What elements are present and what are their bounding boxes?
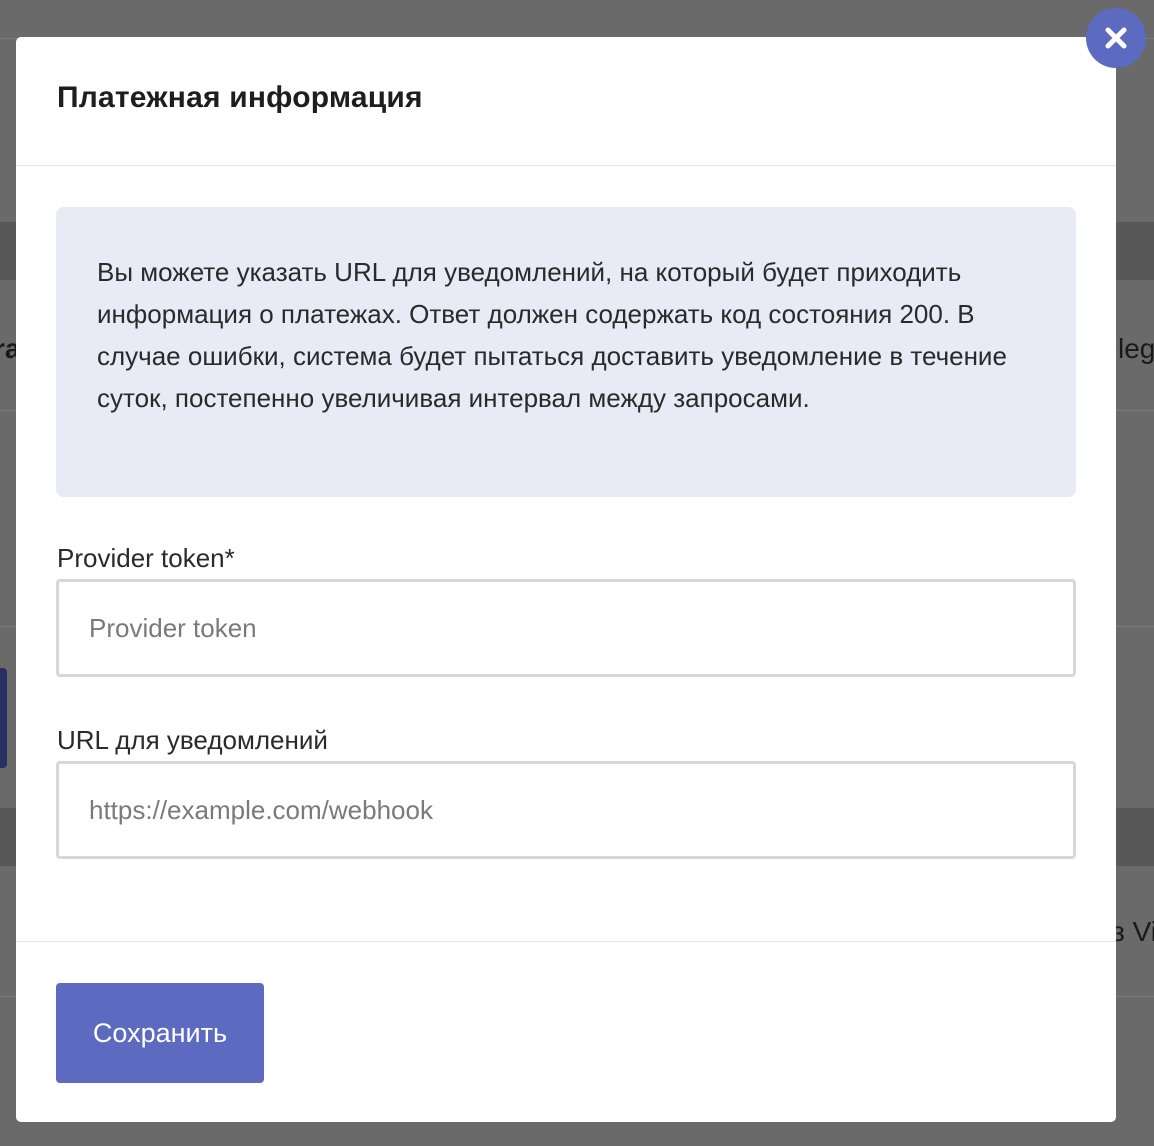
close-button[interactable] xyxy=(1086,8,1146,68)
modal-footer-divider xyxy=(16,941,1116,942)
background-text-fragment: з Vi xyxy=(1112,916,1154,947)
modal-header: Платежная информация xyxy=(16,37,1116,166)
modal-title: Платежная информация xyxy=(57,81,423,114)
background-text-fragment: leg xyxy=(1118,333,1154,364)
webhook-url-label: URL для уведомлений xyxy=(57,725,328,755)
background-button-edge xyxy=(0,668,7,768)
payment-info-modal: Платежная информация Вы можете указать U… xyxy=(16,37,1116,1122)
provider-token-input[interactable] xyxy=(56,579,1076,677)
save-button[interactable]: Сохранить xyxy=(56,983,264,1083)
close-icon xyxy=(1103,25,1129,51)
webhook-url-input[interactable] xyxy=(56,761,1076,859)
info-box: Вы можете указать URL для уведомлений, н… xyxy=(56,207,1076,497)
provider-token-label: Provider token* xyxy=(57,543,235,573)
info-text: Вы можете указать URL для уведомлений, н… xyxy=(97,257,1007,413)
